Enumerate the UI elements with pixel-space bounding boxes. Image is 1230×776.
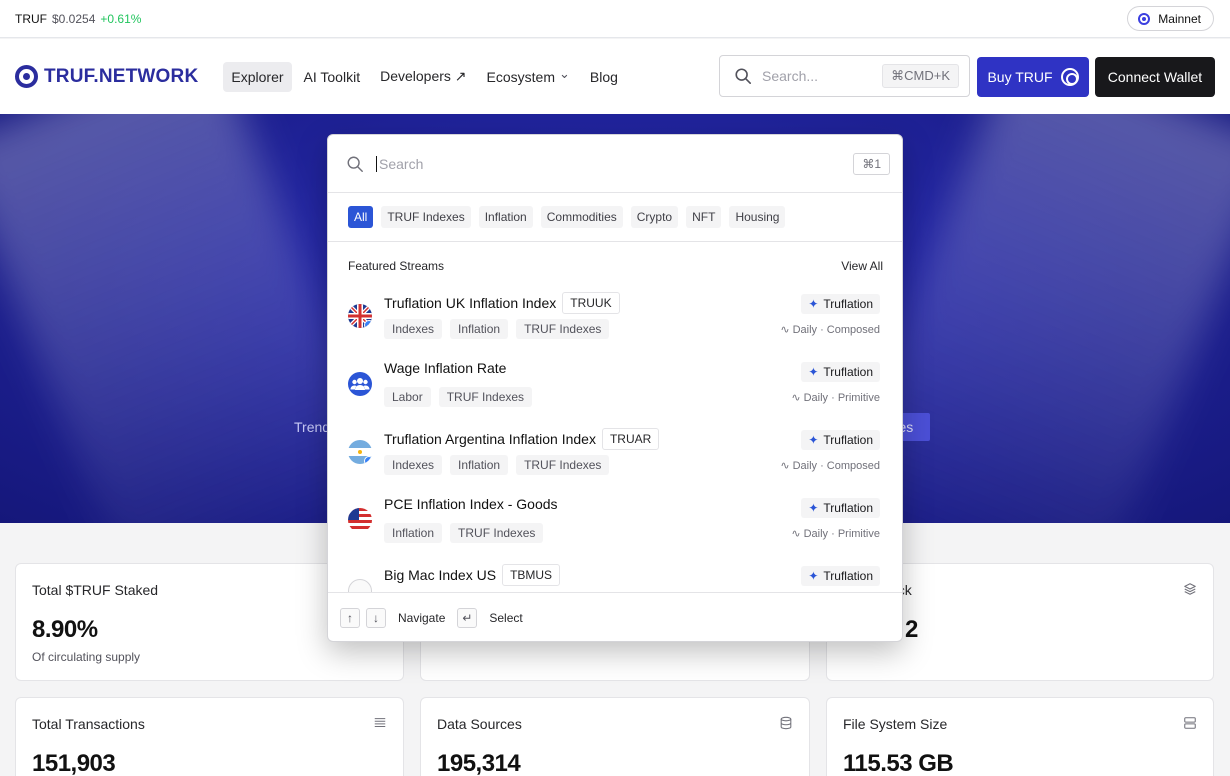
select-hint: Select — [489, 611, 523, 625]
stream-title: Truflation UK Inflation Index — [384, 295, 557, 311]
stream-frequency: ∿ Daily · Primitive — [791, 391, 880, 405]
provider-badge: ✦ Truflation — [801, 430, 880, 450]
stream-frequency: ∿ Daily · Primitive — [791, 527, 880, 541]
featured-streams-header: Featured Streams View All — [348, 259, 883, 273]
enter-key-icon: ↵ — [457, 608, 478, 628]
truflation-icon: ✦ — [808, 365, 819, 379]
search-dialog: ⌘1 All TRUF Indexes Inflation Commoditie… — [327, 134, 903, 642]
dialog-search-bar: ⌘1 — [328, 135, 902, 193]
stream-tags: Indexes Inflation TRUF Indexes — [384, 455, 610, 475]
navigate-hint: Navigate — [398, 611, 446, 625]
filter-commodities[interactable]: Commodities — [540, 206, 623, 228]
stream-ticker: TBMUS — [502, 564, 561, 586]
stream-tag: Inflation — [450, 455, 509, 475]
stream-title-group: Big Mac Index US TBMUS — [384, 564, 561, 586]
dialog-search-input[interactable] — [376, 155, 842, 172]
stream-title-group: PCE Inflation Index - Goods — [384, 496, 558, 512]
stream-tag: Indexes — [384, 319, 443, 339]
stream-title: PCE Inflation Index - Goods — [384, 496, 558, 512]
activity-icon: ∿ — [791, 392, 801, 404]
uk-flag-icon — [348, 304, 372, 328]
us-flag-icon — [348, 508, 372, 532]
filter-inflation[interactable]: Inflation — [478, 206, 533, 228]
truflation-icon: ✦ — [808, 569, 819, 583]
stream-title: Big Mac Index US — [384, 567, 497, 583]
provider-name: Truflation — [823, 433, 873, 447]
search-icon — [347, 156, 363, 172]
stream-ticker: TRUUK — [562, 292, 620, 314]
provider-badge: ✦ Truflation — [801, 498, 880, 518]
stream-tag: Labor — [384, 387, 431, 407]
truflation-icon: ✦ — [808, 433, 819, 447]
provider-name: Truflation — [823, 365, 873, 379]
stream-tag: Inflation — [450, 319, 509, 339]
stream-title-group: Truflation Argentina Inflation Index TRU… — [384, 428, 660, 450]
arrow-up-icon: ↑ — [340, 608, 360, 628]
category-filters: All TRUF Indexes Inflation Commodities C… — [328, 193, 902, 242]
filter-housing[interactable]: Housing — [729, 206, 786, 228]
frequency-text: Daily · Composed — [792, 459, 880, 472]
people-icon — [348, 372, 372, 396]
stream-list: Truflation UK Inflation Index TRUUK Inde… — [328, 283, 902, 592]
frequency-text: Daily · Composed — [792, 323, 880, 336]
stream-row[interactable]: Truflation UK Inflation Index TRUUK Inde… — [328, 283, 902, 351]
provider-name: Truflation — [823, 501, 873, 515]
stream-ticker: TRUAR — [601, 428, 660, 450]
provider-badge: ✦ Truflation — [801, 362, 880, 382]
provider-badge: ✦ Truflation — [801, 566, 880, 586]
provider-name: Truflation — [823, 569, 873, 583]
stream-tags: Labor TRUF Indexes — [384, 387, 533, 407]
activity-icon: ∿ — [780, 324, 790, 336]
stream-tags: Indexes Inflation TRUF Indexes — [384, 319, 610, 339]
dialog-shortcut: ⌘1 — [853, 152, 890, 175]
argentina-flag-icon — [348, 440, 372, 464]
filter-all[interactable]: All — [348, 206, 374, 228]
stream-row[interactable]: Truflation Argentina Inflation Index TRU… — [328, 419, 902, 487]
stream-title: Wage Inflation Rate — [384, 360, 507, 376]
provider-badge: ✦ Truflation — [801, 294, 880, 314]
stream-title-group: Truflation UK Inflation Index TRUUK — [384, 292, 620, 314]
arrow-down-icon: ↓ — [366, 608, 386, 628]
activity-icon: ∿ — [780, 460, 790, 472]
section-title: Featured Streams — [348, 259, 445, 273]
stream-tag: TRUF Indexes — [516, 455, 610, 475]
provider-name: Truflation — [823, 297, 873, 311]
stream-tag: TRUF Indexes — [450, 523, 544, 543]
stream-tag: Inflation — [384, 523, 443, 543]
filter-crypto[interactable]: Crypto — [630, 206, 679, 228]
stream-row[interactable]: PCE Inflation Index - Goods Inflation TR… — [328, 487, 902, 555]
stream-tag: TRUF Indexes — [516, 319, 610, 339]
stream-tag: TRUF Indexes — [438, 387, 533, 407]
stream-title-group: Wage Inflation Rate — [384, 360, 506, 376]
stream-title: Truflation Argentina Inflation Index — [384, 431, 596, 447]
view-all-link[interactable]: View All — [841, 259, 883, 273]
filter-truf-indexes[interactable]: TRUF Indexes — [381, 206, 471, 228]
stream-row[interactable]: Big Mac Index US TBMUS ✦ Truflation — [328, 555, 902, 592]
stream-tags: Inflation TRUF Indexes — [384, 523, 544, 543]
frequency-text: Daily · Primitive — [803, 527, 880, 540]
stream-tag: Indexes — [384, 455, 443, 475]
truflation-icon: ✦ — [808, 501, 819, 515]
stream-row[interactable]: Wage Inflation Rate Labor TRUF Indexes ✦… — [328, 351, 902, 419]
activity-icon: ∿ — [791, 528, 801, 540]
stream-frequency: ∿ Daily · Composed — [780, 459, 880, 473]
dialog-footer: ↑ ↓ Navigate ↵ Select — [328, 592, 902, 641]
stream-frequency: ∿ Daily · Composed — [780, 323, 880, 337]
generic-icon — [348, 579, 372, 592]
filter-nft[interactable]: NFT — [686, 206, 722, 228]
frequency-text: Daily · Primitive — [803, 391, 880, 404]
truflation-icon: ✦ — [808, 297, 819, 311]
